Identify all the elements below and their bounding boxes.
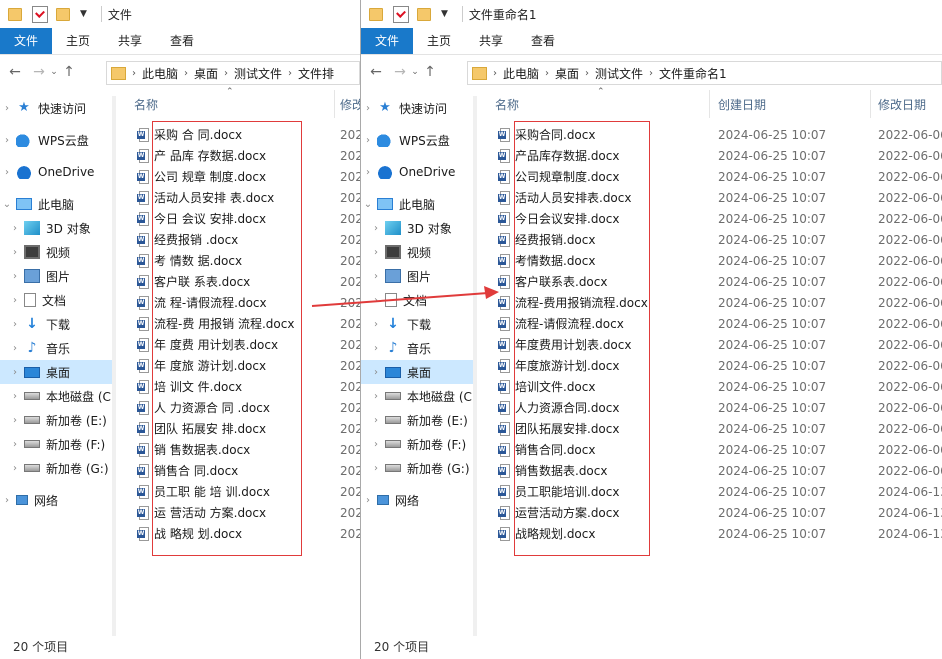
annotation-arrow — [311, 286, 499, 307]
arrow-head — [484, 286, 499, 299]
arrow-shaft — [311, 292, 489, 307]
